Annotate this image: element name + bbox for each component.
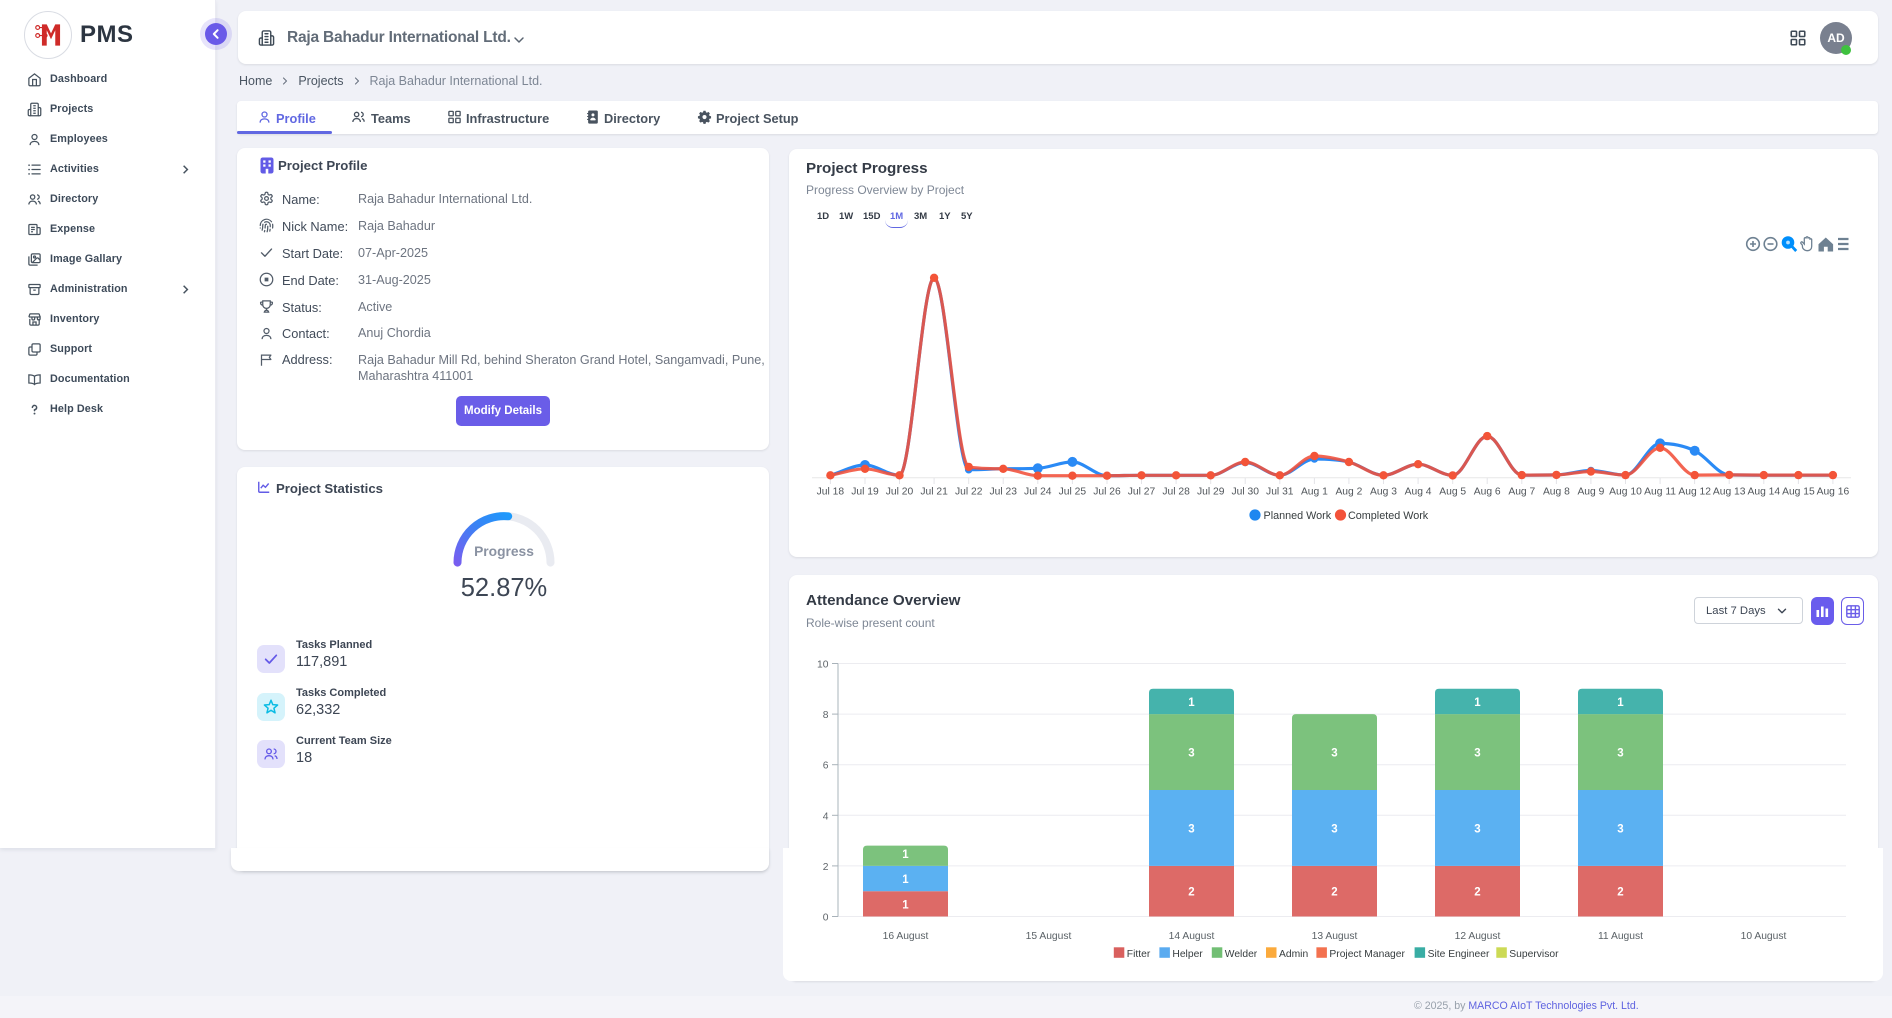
svg-text:Aug 1: Aug 1 <box>1301 487 1328 498</box>
svg-text:Site Engineer: Site Engineer <box>1428 949 1490 960</box>
svg-text:1: 1 <box>1188 697 1195 709</box>
svg-text:14 August: 14 August <box>1169 931 1215 942</box>
svg-text:1: 1 <box>902 874 909 886</box>
svg-text:13 August: 13 August <box>1312 931 1358 942</box>
svg-text:11 August: 11 August <box>1598 931 1643 942</box>
svg-text:10: 10 <box>817 660 829 671</box>
svg-text:Jul 28: Jul 28 <box>1162 487 1190 498</box>
svg-text:Completed Work: Completed Work <box>1348 510 1429 522</box>
svg-text:3: 3 <box>1188 748 1194 760</box>
svg-text:Jul 20: Jul 20 <box>886 487 914 498</box>
svg-text:Jul 19: Jul 19 <box>851 487 879 498</box>
svg-text:Jul 27: Jul 27 <box>1128 487 1156 498</box>
svg-text:Aug 11: Aug 11 <box>1644 487 1676 498</box>
svg-text:Jul 26: Jul 26 <box>1093 487 1121 498</box>
svg-text:15 August: 15 August <box>1026 931 1072 942</box>
svg-text:Supervisor: Supervisor <box>1509 949 1559 960</box>
svg-text:10 August: 10 August <box>1741 931 1787 942</box>
svg-text:Jul 25: Jul 25 <box>1059 487 1087 498</box>
svg-text:Aug 16: Aug 16 <box>1817 487 1850 498</box>
svg-text:Admin: Admin <box>1279 949 1308 960</box>
svg-text:Aug 4: Aug 4 <box>1405 487 1432 498</box>
svg-text:Aug 8: Aug 8 <box>1543 487 1570 498</box>
svg-text:Jul 29: Jul 29 <box>1197 487 1225 498</box>
svg-text:Planned Work: Planned Work <box>1264 510 1332 522</box>
svg-text:Jul 18: Jul 18 <box>817 487 845 498</box>
svg-text:1: 1 <box>1617 697 1624 709</box>
svg-text:3: 3 <box>1331 823 1337 835</box>
svg-text:Jul 24: Jul 24 <box>1024 487 1052 498</box>
svg-text:Aug 10: Aug 10 <box>1609 487 1642 498</box>
svg-text:3: 3 <box>1617 748 1623 760</box>
svg-text:Aug 9: Aug 9 <box>1577 487 1604 498</box>
svg-text:Jul 23: Jul 23 <box>989 487 1017 498</box>
svg-text:2: 2 <box>1331 887 1337 899</box>
svg-text:Jul 30: Jul 30 <box>1231 487 1259 498</box>
svg-text:3: 3 <box>1188 823 1194 835</box>
svg-text:2: 2 <box>1617 887 1623 899</box>
svg-text:Aug 14: Aug 14 <box>1747 487 1780 498</box>
svg-text:Aug 7: Aug 7 <box>1508 487 1535 498</box>
svg-text:Jul 22: Jul 22 <box>955 487 983 498</box>
svg-text:8: 8 <box>823 710 829 721</box>
svg-text:1: 1 <box>902 849 909 861</box>
svg-text:Aug 2: Aug 2 <box>1335 487 1362 498</box>
svg-text:2: 2 <box>823 862 829 873</box>
svg-text:Aug 3: Aug 3 <box>1370 487 1397 498</box>
svg-text:16 August: 16 August <box>883 931 929 942</box>
svg-text:4: 4 <box>823 811 829 822</box>
svg-text:12 August: 12 August <box>1455 931 1501 942</box>
svg-text:Aug 15: Aug 15 <box>1782 487 1815 498</box>
svg-text:Aug 12: Aug 12 <box>1678 487 1711 498</box>
svg-text:Helper: Helper <box>1172 949 1203 960</box>
svg-text:Aug 5: Aug 5 <box>1439 487 1466 498</box>
svg-text:6: 6 <box>823 761 829 772</box>
svg-text:Aug 13: Aug 13 <box>1713 487 1746 498</box>
svg-text:1: 1 <box>902 899 909 911</box>
svg-text:Jul 31: Jul 31 <box>1266 487 1294 498</box>
svg-text:3: 3 <box>1474 823 1480 835</box>
svg-text:3: 3 <box>1617 823 1623 835</box>
svg-text:Welder: Welder <box>1225 949 1258 960</box>
svg-text:3: 3 <box>1331 748 1337 760</box>
svg-text:Project Manager: Project Manager <box>1329 949 1405 960</box>
svg-text:0: 0 <box>823 913 829 924</box>
svg-text:3: 3 <box>1474 748 1480 760</box>
svg-text:Jul 21: Jul 21 <box>920 487 948 498</box>
svg-text:2: 2 <box>1474 887 1480 899</box>
svg-text:2: 2 <box>1188 887 1194 899</box>
svg-text:Fitter: Fitter <box>1127 949 1151 960</box>
svg-text:1: 1 <box>1474 697 1481 709</box>
svg-text:Aug 6: Aug 6 <box>1474 487 1501 498</box>
